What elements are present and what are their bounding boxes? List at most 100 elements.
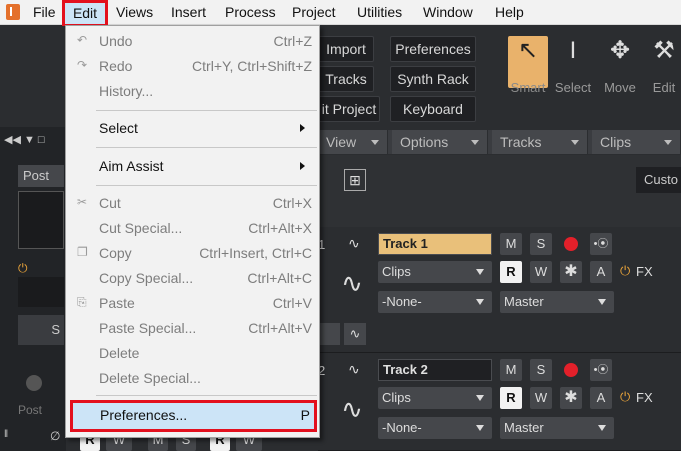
submenu-arrow-icon (300, 124, 305, 132)
post-dropdown[interactable]: Post (18, 165, 64, 187)
cut-special-label: Cut Special... (99, 220, 183, 236)
menu-utilities[interactable]: Utilities (357, 0, 402, 25)
track-2-clips-dropdown[interactable]: Clips (378, 387, 492, 409)
menu-item-undo[interactable]: ↶ Undo Ctrl+Z (68, 29, 317, 53)
history-label: History... (99, 83, 154, 99)
menu-window[interactable]: Window (423, 0, 473, 25)
track-1-fx-power-icon[interactable]: ⏻ (620, 263, 630, 279)
track-1-waveform-icon: ∿ (341, 268, 363, 298)
track-1-clips-dropdown[interactable]: Clips (378, 261, 492, 283)
phase-icon[interactable]: ∅ (50, 429, 62, 445)
undo-label: Undo (99, 33, 133, 49)
menu-insert[interactable]: Insert (171, 0, 206, 25)
wrench-icon: ⚒ (653, 37, 675, 64)
menu-project[interactable]: Project (292, 0, 336, 25)
add-track-icon[interactable]: ⊞ (344, 169, 366, 191)
tracks-menu[interactable]: Tracks (492, 130, 588, 154)
track-1-type-icon: ∿ (348, 235, 360, 251)
move-tool-button[interactable]: ✥ Move (600, 36, 640, 95)
tracks-button[interactable]: Tracks (318, 66, 374, 92)
cut-special-shortcut: Ctrl+Alt+X (248, 220, 312, 236)
redo-icon: ↷ (77, 58, 88, 72)
track-1-lane-button[interactable] (318, 323, 340, 345)
track-1-asterisk-icon[interactable]: ✱ (560, 261, 582, 283)
synth-rack-button[interactable]: Synth Rack (390, 66, 476, 92)
track-1-mute-button[interactable]: M (500, 233, 522, 255)
track-2-input-dropdown[interactable]: -None- (378, 417, 492, 439)
track-1-output-dropdown[interactable]: Master (500, 291, 614, 313)
menu-separator (96, 395, 317, 396)
panel-header-controls[interactable]: ◀◀ ▼ □ (4, 133, 54, 147)
menu-item-paste[interactable]: ⎘ Paste Ctrl+V (68, 291, 317, 315)
menu-item-redo[interactable]: ↷ Redo Ctrl+Y, Ctrl+Shift+Z (68, 54, 317, 78)
menu-file[interactable]: File (33, 0, 56, 25)
menu-item-history[interactable]: History... (68, 79, 317, 103)
custom-dropdown[interactable]: Custo (636, 167, 681, 193)
track-2-input-echo-icon[interactable]: •⦿ (590, 359, 612, 381)
track-1-input-dropdown[interactable]: -None- (378, 291, 492, 313)
select-tool-button[interactable]: I Select (553, 36, 593, 95)
menu-item-copy[interactable]: ❐ Copy Ctrl+Insert, Ctrl+C (68, 241, 317, 265)
copy-label: Copy (99, 245, 132, 261)
options-menu[interactable]: Options (392, 130, 488, 154)
track-1-fx-label[interactable]: FX (636, 264, 653, 279)
text-cursor-icon: I (569, 37, 577, 64)
inspector-panel: ◀◀ ▼ □ Post ⏻ S Post ‖ ∅ (0, 127, 66, 451)
track-1-read-button[interactable]: R (500, 261, 522, 283)
track-2-name[interactable]: Track 2 (378, 359, 492, 381)
paste-label: Paste (99, 295, 135, 311)
plugin-slot[interactable] (18, 277, 64, 307)
meter-icon: ‖ (4, 429, 9, 440)
pan-knob[interactable] (26, 375, 42, 391)
menu-item-cut-special[interactable]: Cut Special... Ctrl+Alt+X (68, 216, 317, 240)
menu-item-copy-special[interactable]: Copy Special... Ctrl+Alt+C (68, 266, 317, 290)
edit-tool-button[interactable]: ⚒ Edit (644, 36, 681, 95)
view-menu[interactable]: View (318, 130, 388, 154)
scissors-icon: ✂ (77, 195, 88, 209)
menu-bar: File Edit Views Insert Process Project U… (0, 0, 681, 27)
preferences-label: Preferences... (100, 407, 188, 423)
menu-item-paste-special[interactable]: Paste Special... Ctrl+Alt+V (68, 316, 317, 340)
select-tool-label: Select (554, 80, 592, 95)
menu-item-delete-special[interactable]: Delete Special... (68, 366, 317, 390)
track-1-write-button[interactable]: W (530, 261, 552, 283)
track-2-mute-button[interactable]: M (500, 359, 522, 381)
track-1-solo-button[interactable]: S (530, 233, 552, 255)
smart-tool-button[interactable]: ↖ Smart (508, 36, 548, 95)
track-2-record-button[interactable] (564, 363, 578, 377)
track-2-output-dropdown[interactable]: Master (500, 417, 614, 439)
track-view-menu-bar: View Options Tracks Clips (318, 130, 681, 154)
export-project-button[interactable]: it Project (318, 96, 380, 122)
track-1-input-echo-icon[interactable]: •⦿ (590, 233, 612, 255)
menu-process[interactable]: Process (225, 0, 276, 25)
preferences-button[interactable]: Preferences (390, 36, 476, 62)
track-1-automation-lane-icon[interactable]: ∿ (344, 323, 366, 345)
track-2-automation-button[interactable]: A (590, 387, 612, 409)
clips-menu[interactable]: Clips (592, 130, 681, 154)
menu-views[interactable]: Views (116, 0, 153, 25)
import-button[interactable]: Import (318, 36, 374, 62)
menu-item-preferences[interactable]: Preferences... P (70, 400, 317, 432)
track-2-fx-label[interactable]: FX (636, 390, 653, 405)
menu-item-delete[interactable]: Delete (68, 341, 317, 365)
redo-shortcut: Ctrl+Y, Ctrl+Shift+Z (192, 58, 312, 74)
menu-edit[interactable]: Edit (62, 0, 108, 27)
menu-item-aim-assist[interactable]: Aim Assist (68, 154, 317, 178)
power-icon[interactable]: ⏻ (18, 261, 30, 275)
track-2-asterisk-icon[interactable]: ✱ (560, 387, 582, 409)
track-2-write-button[interactable]: W (530, 387, 552, 409)
select-label: Select (99, 120, 138, 136)
menu-item-select[interactable]: Select (68, 116, 317, 140)
track-1-record-button[interactable] (564, 237, 578, 251)
track-1-automation-button[interactable]: A (590, 261, 612, 283)
menu-separator (96, 185, 317, 186)
keyboard-button[interactable]: Keyboard (390, 96, 476, 122)
track-2-fx-power-icon[interactable]: ⏻ (620, 389, 630, 405)
track-2-read-button[interactable]: R (500, 387, 522, 409)
track-1-name[interactable]: Track 1 (378, 233, 492, 255)
copy-special-label: Copy Special... (99, 270, 194, 286)
track-2-solo-button[interactable]: S (530, 359, 552, 381)
menu-help[interactable]: Help (495, 0, 524, 25)
aim-assist-label: Aim Assist (99, 158, 164, 174)
menu-item-cut[interactable]: ✂ Cut Ctrl+X (68, 191, 317, 215)
